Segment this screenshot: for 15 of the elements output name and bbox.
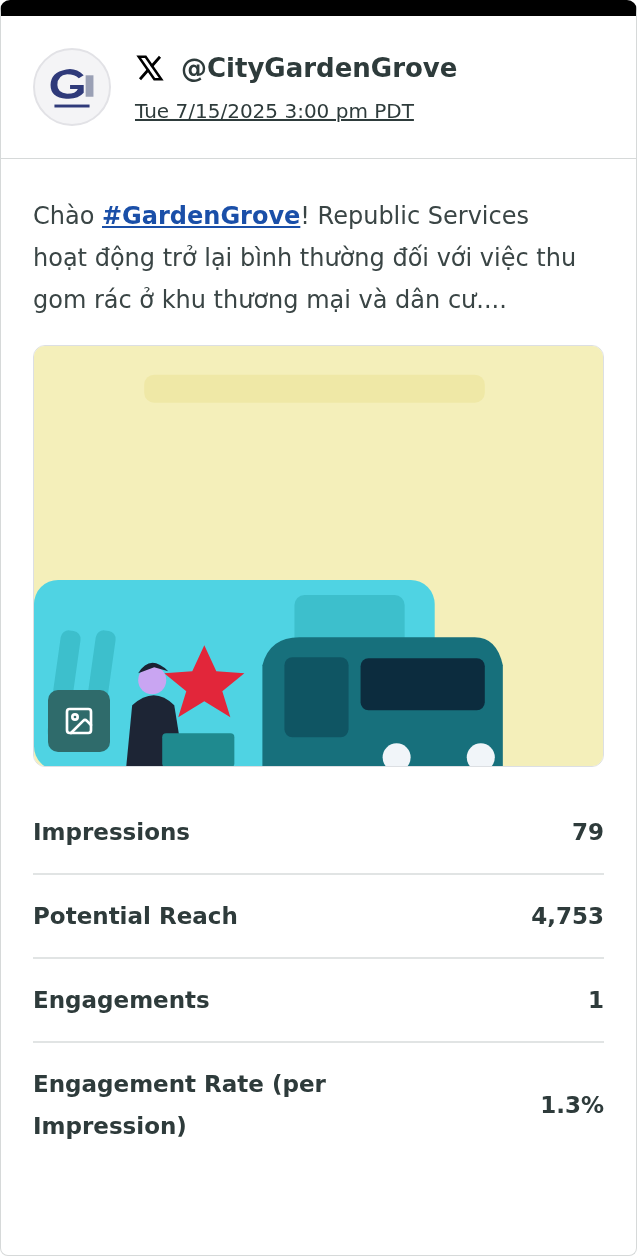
metric-value: 1 [588,985,604,1015]
metric-value: 4,753 [531,901,604,931]
metric-label: Engagements [33,986,210,1015]
metric-label: Impressions [33,818,191,847]
metric-label: Engagement Rate (per Impression) [33,1070,327,1141]
metric-value: 1.3% [540,1090,604,1120]
account-handle: @CityGardenGrove [181,51,458,85]
timestamp-link[interactable]: Tue 7/15/2025 3:00 pm PDT [135,95,458,126]
metric-value: 79 [572,817,604,847]
x-logo-icon [135,53,165,83]
post-text: Chào #GardenGrove! Republic Services hoạt động trở lại bình thường đối với việc thu gom rác ở khu thương mại và dân cư.... [33,201,578,316]
avatar-logo-icon [33,48,111,126]
image-icon[interactable] [48,690,110,752]
metric-label: Potential Reach [33,902,238,931]
hashtag-link[interactable]: #GardenGrove [102,202,301,230]
